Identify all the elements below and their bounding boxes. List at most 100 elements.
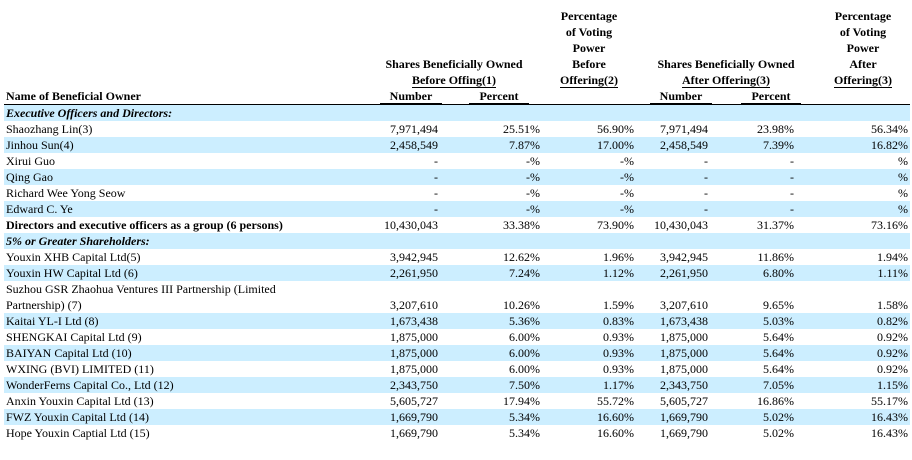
- shares-after-cell: -: [704, 154, 708, 168]
- owner-name-cell: Suzhou GSR Zhaohua Ventures III Partners…: [6, 282, 276, 296]
- owner-name-cell: FWZ Youxin Capital Ltd (14): [4, 409, 366, 425]
- percent-after-cell: -: [726, 201, 816, 217]
- shares-before-cell: 2,261,950: [366, 265, 456, 281]
- percent-before-cell: 10.26%: [503, 298, 540, 312]
- percent-after-cell: 16.86%: [757, 394, 794, 408]
- voting-before-cell: 56.90%: [597, 122, 634, 136]
- owner-name-cell: WXING (BVI) LIMITED (11): [6, 362, 154, 376]
- voting-after-cell: 1.11%: [816, 265, 910, 281]
- shares-before-cell: 1,673,438: [366, 313, 456, 329]
- voting-before-cell: 0.93%: [542, 345, 636, 361]
- shares-before-cell: 2,343,750: [366, 377, 456, 393]
- voting-before-cell: 1.96%: [603, 250, 634, 264]
- owner-name-cell: Kaitai YL-I Ltd (8): [4, 313, 366, 329]
- percent-before-cell: 25.51%: [503, 122, 540, 136]
- voting-after-cell: 1.58%: [877, 298, 908, 312]
- percent-before-cell: 33.38%: [503, 218, 540, 232]
- voting-before-cell: 73.90%: [597, 218, 634, 232]
- voting-after-cell: 16.82%: [816, 137, 910, 153]
- owner-name-cell: WonderFerns Capital Co., Ltd (12): [4, 377, 366, 393]
- owner-name-cell: Anxin Youxin Capital Ltd (13): [6, 394, 154, 408]
- section-shareholders-label: 5% or Greater Shareholders:: [4, 233, 910, 249]
- voting-after-cell: 1.15%: [816, 377, 910, 393]
- percent-after-header: Percent: [726, 88, 816, 105]
- percent-before-cell: -%: [456, 201, 542, 217]
- voting-after-cell: %: [816, 169, 910, 185]
- percent-after-cell: 5.03%: [726, 313, 816, 329]
- shares-before-cell: -: [434, 186, 438, 200]
- percent-after-cell: 5.64%: [763, 362, 794, 376]
- voting-after-cell: 0.82%: [816, 313, 910, 329]
- voting-after-cell: 73.16%: [871, 218, 908, 232]
- owner-name-cell: Edward C. Ye: [4, 201, 366, 217]
- shares-after-cell: 1,673,438: [636, 313, 726, 329]
- voting-before-cell: 1.12%: [542, 265, 636, 281]
- shares-after-cell: -: [704, 186, 708, 200]
- name-column-header: Name of Beneficial Owner: [6, 89, 141, 103]
- percent-after-cell: -: [790, 186, 794, 200]
- percent-after-cell: -: [790, 154, 794, 168]
- table-row: Kaitai YL-I Ltd (8) 1,673,438 5.36% 0.83% 1,…: [4, 313, 910, 329]
- shares-after-cell: 7,971,494: [660, 122, 708, 136]
- table-row: FWZ Youxin Capital Ltd (14) 1,669,790 5.34…: [4, 409, 910, 425]
- before-group-header: Shares Beneficially Owned Before Offing(…: [385, 57, 523, 88]
- voting-before-cell: -%: [620, 186, 634, 200]
- percent-before-header: Percent: [456, 88, 542, 105]
- percent-before-cell: 5.34%: [456, 409, 542, 425]
- header-row-top: Shares Beneficially Owned Before Offing(…: [4, 8, 910, 88]
- shares-before-cell: 2,458,549: [366, 137, 456, 153]
- voting-before-cell: -%: [542, 169, 636, 185]
- owner-name-cell: SHENGKAI Capital Ltd (9): [6, 330, 142, 344]
- table-row: SHENGKAI Capital Ltd (9) 1,875,000 6.00% 0.…: [4, 329, 910, 345]
- percent-before-cell: 7.87%: [456, 137, 542, 153]
- shares-after-cell: 2,458,549: [636, 137, 726, 153]
- shares-after-cell: 1,875,000: [660, 362, 708, 376]
- percent-before-cell: -%: [526, 186, 540, 200]
- shares-after-cell: 1,669,790: [636, 409, 726, 425]
- voting-before-cell: 1.59%: [603, 298, 634, 312]
- table-row: Anxin Youxin Capital Ltd (13) 5,605,727 17…: [4, 393, 910, 409]
- percent-after-cell: 7.05%: [726, 377, 816, 393]
- shares-before-cell: 1,875,000: [366, 345, 456, 361]
- shares-after-cell: 3,942,945: [660, 250, 708, 264]
- number-before-header: Number: [366, 88, 456, 105]
- shares-before-cell: 3,207,610: [390, 298, 438, 312]
- percent-after-cell: 11.86%: [757, 250, 794, 264]
- percent-before-cell: 5.34%: [509, 426, 540, 440]
- table-row: Directors and executive officers as a gr…: [4, 217, 910, 233]
- owner-name-cell: Youxin HW Capital Ltd (6): [4, 265, 366, 281]
- voting-before-cell: 16.60%: [542, 409, 636, 425]
- percent-after-cell: 5.64%: [763, 330, 794, 344]
- after-group-header: Shares Beneficially Owned After Offering…: [657, 57, 795, 88]
- number-after-header: Number: [636, 88, 726, 105]
- voting-before-cell: -%: [620, 154, 634, 168]
- percent-before-cell: 7.50%: [456, 377, 542, 393]
- voting-after-cell: 0.92%: [877, 330, 908, 344]
- owner-name-cell: Richard Wee Yong Seow: [6, 186, 126, 200]
- voting-after-cell: 1.94%: [877, 250, 908, 264]
- percent-before-cell: 6.00%: [509, 330, 540, 344]
- percent-after-cell: 31.37%: [757, 218, 794, 232]
- table-row: Shaozhang Lin(3) 7,971,494 25.51% 56.90% 7,9…: [4, 121, 910, 137]
- percent-after-cell: -: [726, 169, 816, 185]
- owner-name-cell: BAIYAN Capital Ltd (10): [4, 345, 366, 361]
- shares-before-cell: 3,942,945: [390, 250, 438, 264]
- shares-before-cell: 10,430,043: [384, 218, 438, 232]
- percent-before-cell: 5.36%: [456, 313, 542, 329]
- shares-before-cell: 1,875,000: [390, 362, 438, 376]
- table-row: Richard Wee Yong Seow - -% -% - -%: [4, 185, 910, 201]
- table-row: Suzhou GSR Zhaohua Ventures III Partners…: [4, 281, 910, 297]
- shares-after-cell: -: [636, 201, 726, 217]
- beneficial-ownership-table: Shares Beneficially Owned Before Offing(…: [4, 8, 910, 441]
- shares-before-cell: 1,875,000: [390, 330, 438, 344]
- shares-before-cell: 7,971,494: [390, 122, 438, 136]
- shares-before-cell: -: [366, 169, 456, 185]
- table-row: WonderFerns Capital Co., Ltd (12) 2,343,7…: [4, 377, 910, 393]
- owner-name-cell: Partnership) (7): [6, 298, 82, 312]
- percent-after-cell: 9.65%: [763, 298, 794, 312]
- table-row: WXING (BVI) LIMITED (11) 1,875,000 6.00% 0.…: [4, 361, 910, 377]
- percent-after-cell: 5.64%: [726, 345, 816, 361]
- voting-after-cell: %: [898, 186, 908, 200]
- owner-name-cell: Youxin XHB Capital Ltd(5): [6, 250, 141, 264]
- voting-before-cell: 1.17%: [542, 377, 636, 393]
